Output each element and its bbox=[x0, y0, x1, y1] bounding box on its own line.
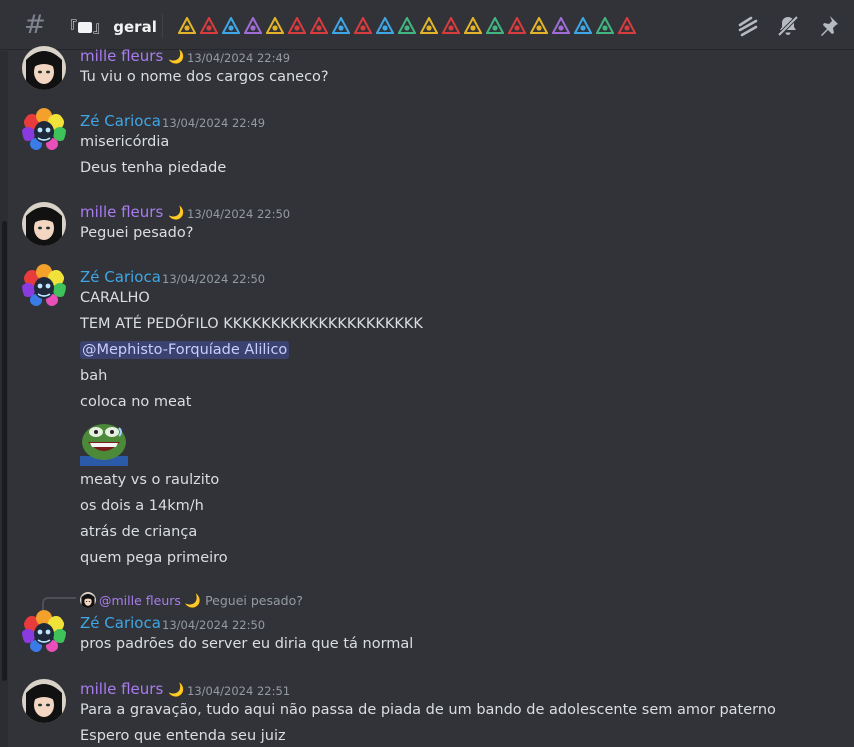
triangle-emoji-icon bbox=[310, 17, 328, 34]
channel-header: # 『』 geral bbox=[0, 0, 854, 50]
timestamp: 13/04/2024 22:49 bbox=[187, 51, 291, 65]
author-name[interactable]: mille fleurs 🌙 bbox=[80, 203, 184, 221]
message-text: CARALHO bbox=[80, 290, 150, 306]
speech-bubble-icon bbox=[78, 15, 93, 33]
message-text: meaty vs o raulzito bbox=[80, 472, 220, 488]
message-text: misericórdia bbox=[80, 134, 170, 150]
timestamp: 13/04/2024 22:50 bbox=[187, 207, 291, 221]
avatar[interactable] bbox=[22, 264, 66, 308]
triangle-emoji-icon bbox=[398, 17, 416, 34]
scrollbar-track[interactable] bbox=[0, 51, 8, 747]
triangle-emoji-icon bbox=[332, 17, 350, 34]
message-text: quem pega primeiro bbox=[80, 550, 228, 566]
triangle-emoji-icon bbox=[596, 17, 614, 34]
user-mention[interactable]: @Mephisto-Forquíade Alilico bbox=[80, 341, 290, 359]
triangle-emoji-icon bbox=[486, 17, 504, 34]
timestamp: 13/04/2024 22:50 bbox=[162, 272, 266, 286]
triangle-emoji-icon bbox=[574, 17, 592, 34]
hash-icon: # bbox=[24, 10, 46, 40]
mute-bell-icon[interactable] bbox=[776, 14, 800, 38]
reply-preview[interactable]: @mille fleurs 🌙 Peguei pesado? bbox=[80, 592, 303, 609]
triangle-emoji-icon bbox=[354, 17, 372, 34]
pepe-laugh-emoji[interactable] bbox=[80, 420, 128, 466]
triangle-emoji-icon bbox=[222, 17, 240, 34]
message-text: bah bbox=[80, 368, 108, 384]
message-text: coloca no meat bbox=[80, 394, 192, 410]
avatar[interactable] bbox=[22, 46, 66, 90]
message-text: Espero que entenda seu juiz bbox=[80, 728, 286, 744]
scrollbar-thumb[interactable] bbox=[2, 221, 7, 681]
triangle-emoji-icon bbox=[442, 17, 460, 34]
author-name[interactable]: Zé Carioca bbox=[80, 268, 161, 286]
triangle-emoji-icon bbox=[200, 17, 218, 34]
triangle-emoji-icon bbox=[376, 17, 394, 34]
triangle-emoji-icon bbox=[508, 17, 526, 34]
reply-avatar bbox=[80, 592, 96, 608]
message-text: Peguei pesado? bbox=[80, 225, 194, 241]
triangle-emoji-icon bbox=[552, 17, 570, 34]
channel-topic[interactable] bbox=[178, 17, 636, 35]
avatar[interactable] bbox=[22, 610, 66, 654]
moon-icon: 🌙 bbox=[168, 206, 185, 221]
triangle-emoji-icon bbox=[618, 17, 636, 34]
message-text: pros padrões do server eu diria que tá n… bbox=[80, 636, 414, 652]
moon-icon: 🌙 bbox=[168, 683, 185, 698]
avatar[interactable] bbox=[22, 679, 66, 723]
message-text: TEM ATÉ PEDÓFILO KKKKKKKKKKKKKKKKKKKKK bbox=[80, 316, 423, 332]
triangle-emoji-icon bbox=[420, 17, 438, 34]
author-name[interactable]: mille fleurs 🌙 bbox=[80, 47, 184, 65]
timestamp: 13/04/2024 22:50 bbox=[162, 618, 266, 632]
triangle-emoji-icon bbox=[530, 17, 548, 34]
avatar[interactable] bbox=[22, 202, 66, 246]
channel-name[interactable]: 『』 geral bbox=[62, 15, 157, 37]
timestamp: 13/04/2024 22:51 bbox=[187, 684, 291, 698]
message-text: os dois a 14km/h bbox=[80, 498, 204, 514]
author-name[interactable]: Zé Carioca bbox=[80, 614, 161, 632]
moon-icon: 🌙 bbox=[168, 50, 185, 65]
triangle-emoji-icon bbox=[244, 17, 262, 34]
message-text: @Mephisto-Forquíade Alilico bbox=[80, 341, 290, 359]
message-text: Tu viu o nome dos cargos caneco? bbox=[80, 69, 329, 85]
threads-icon[interactable] bbox=[736, 14, 760, 38]
author-name[interactable]: Zé Carioca bbox=[80, 112, 161, 130]
triangle-emoji-icon bbox=[288, 17, 306, 34]
message-text: Deus tenha piedade bbox=[80, 160, 227, 176]
reply-spine bbox=[42, 597, 76, 611]
moon-icon: 🌙 bbox=[184, 594, 202, 609]
triangle-emoji-icon bbox=[464, 17, 482, 34]
author-name[interactable]: mille fleurs 🌙 bbox=[80, 680, 184, 698]
timestamp: 13/04/2024 22:49 bbox=[162, 116, 266, 130]
avatar[interactable] bbox=[22, 108, 66, 152]
triangle-emoji-icon bbox=[266, 17, 284, 34]
triangle-emoji-icon bbox=[178, 17, 196, 34]
message-text: Para a gravação, tudo aqui não passa de … bbox=[80, 702, 776, 718]
header-divider bbox=[162, 14, 163, 38]
pin-icon[interactable] bbox=[816, 14, 840, 38]
message-text: atrás de criança bbox=[80, 524, 198, 540]
